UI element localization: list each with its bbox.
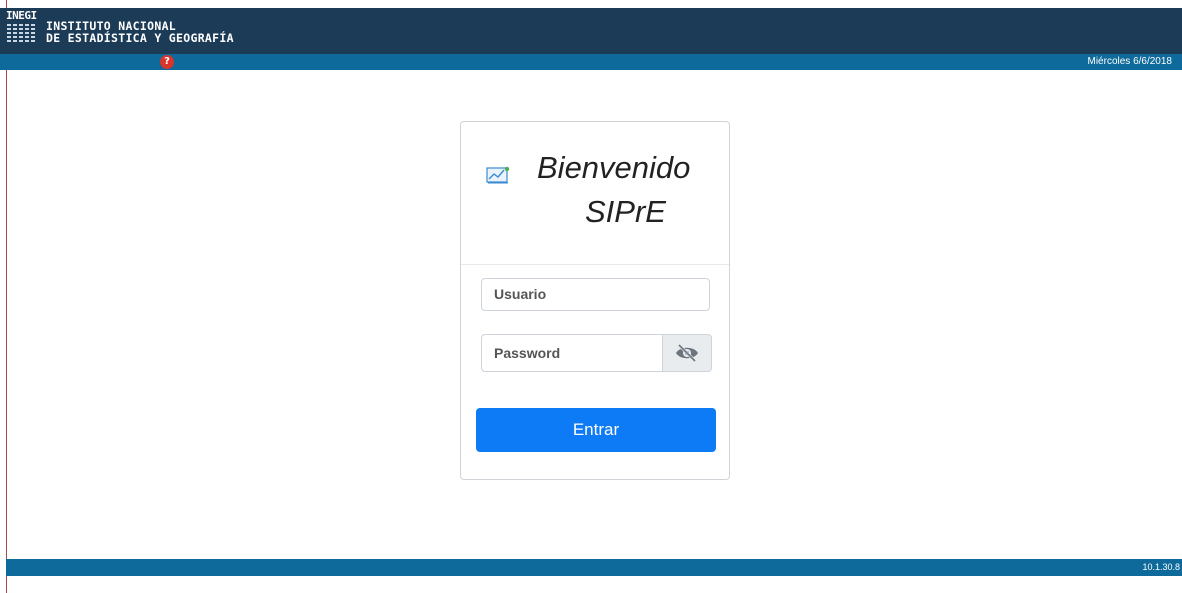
chart-monitor-icon <box>486 166 510 184</box>
current-date: Miércoles 6/6/2018 <box>1087 56 1173 67</box>
eye-slash-icon <box>676 343 698 363</box>
logo-bars <box>7 24 35 42</box>
password-input[interactable]: Password <box>481 334 662 372</box>
app-header: INEGI INSTITUTO NACIONAL DE ESTADÍSTICA … <box>0 8 1182 54</box>
logo-word: INEGI <box>6 9 37 22</box>
submit-button[interactable]: Entrar <box>476 408 716 452</box>
login-card-header: Bienvenido SIPrE <box>461 122 729 265</box>
left-border <box>6 0 7 593</box>
inegi-logo-mark: INEGI <box>6 10 42 44</box>
status-bar: ? Miércoles 6/6/2018 <box>0 54 1182 70</box>
password-group: Password <box>481 334 712 372</box>
org-name-line2: DE ESTADÍSTICA Y GEOGRAFÍA <box>46 31 234 45</box>
inegi-logo: INEGI INSTITUTO NACIONAL DE ESTADÍSTICA … <box>6 10 234 44</box>
app-name: SIPrE <box>585 194 666 229</box>
org-name: INSTITUTO NACIONAL DE ESTADÍSTICA Y GEOG… <box>46 20 234 44</box>
help-icon[interactable]: ? <box>160 55 174 69</box>
welcome-title: Bienvenido <box>537 150 691 185</box>
username-input[interactable]: Usuario <box>481 278 710 311</box>
version-label: 10.1.30.8 <box>1142 562 1180 572</box>
toggle-password-button[interactable] <box>662 334 712 372</box>
footer-bar: 10.1.30.8 <box>6 559 1182 576</box>
login-card: Bienvenido SIPrE Usuario Password Entrar <box>460 121 730 480</box>
